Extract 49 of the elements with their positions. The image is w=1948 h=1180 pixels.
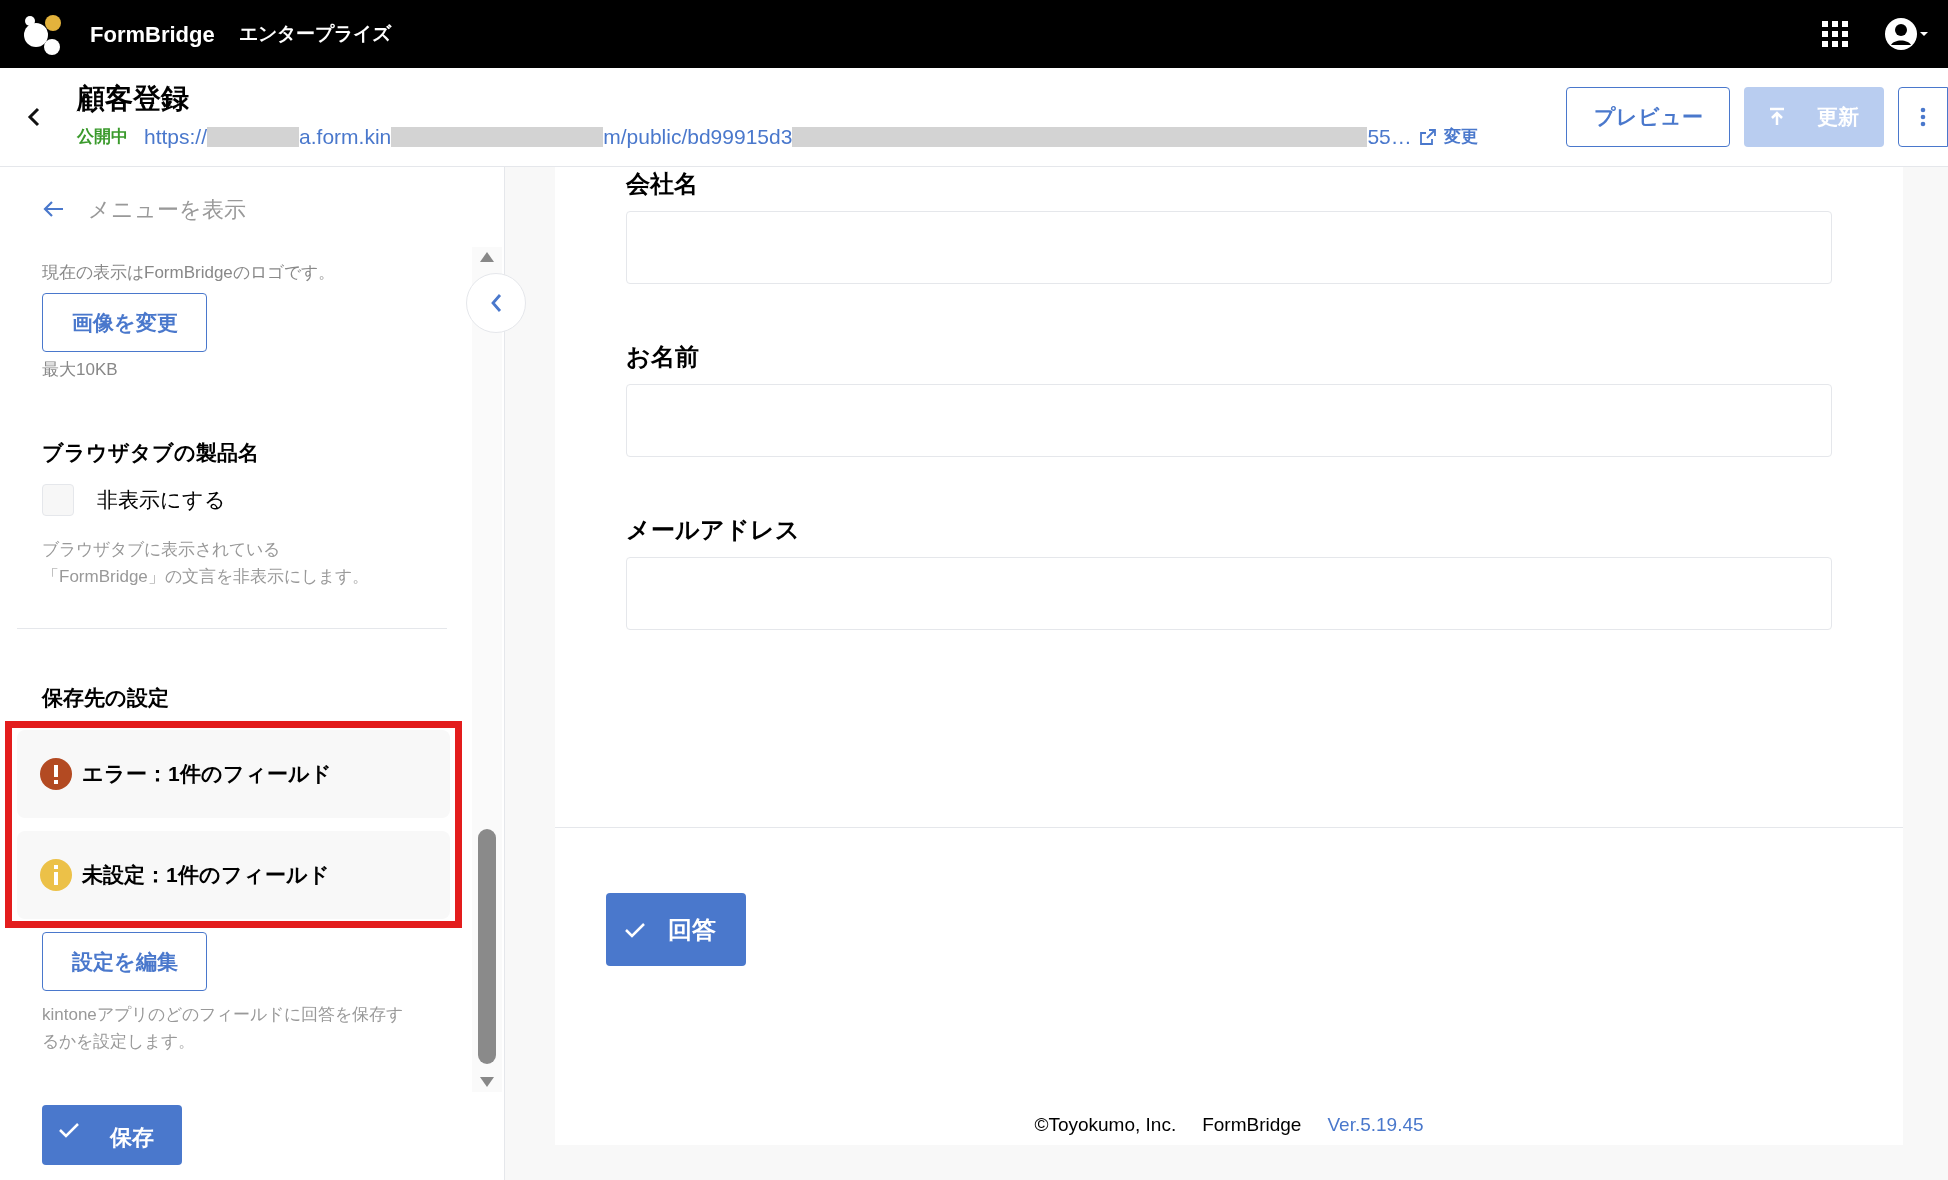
field-label: お名前 [626,342,700,372]
chevron-left-icon [490,293,502,313]
scroll-down-icon[interactable] [479,1076,495,1088]
external-link-icon[interactable] [1419,129,1436,145]
status-label: 公開中 [77,126,128,149]
preview-button[interactable]: プレビュー [1566,87,1730,147]
checkbox-label[interactable]: 非表示にする [97,484,226,516]
apps-grid-icon[interactable] [1822,21,1848,47]
save-note: kintoneアプリのどのフィールドに回答を保存するかを設定します。 [42,1004,404,1053]
back-arrow-icon[interactable] [42,200,64,218]
edition-label: エンタープライズ [238,21,391,46]
checkbox[interactable] [42,484,74,516]
check-icon [58,1121,80,1139]
user-avatar-icon[interactable] [1884,17,1928,51]
form-title: 顧客登録 [77,82,190,117]
upload-icon [1769,107,1785,127]
section-heading: 保存先の設定 [42,685,170,711]
scroll-up-icon[interactable] [479,251,495,263]
tab-name-note: 「FormBridge」の文言を非表示にします。 [42,566,370,588]
back-icon[interactable] [27,106,41,128]
input-field[interactable] [626,211,1832,284]
alert-text: 未設定：1件のフィールド [82,862,330,889]
input-field[interactable] [626,557,1832,630]
change-image-button[interactable]: 画像を変更 [42,293,207,352]
product-name: FormBridge [1202,1113,1302,1137]
scrollbar[interactable] [472,247,502,1092]
show-menu-link[interactable]: メニューを表示 [88,192,246,226]
field-label: 会社名 [626,169,699,199]
save-button[interactable]: 保存 [42,1105,182,1165]
field-label: メールアドレス [626,515,801,545]
tab-name-note: ブラウザタブに表示されている [42,539,281,561]
check-icon [624,920,646,939]
kebab-menu-icon [1920,107,1926,127]
submit-button[interactable]: 回答 [606,893,746,966]
brand-name: FormBridge [90,20,215,49]
section-heading: ブラウザタブの製品名 [42,440,260,466]
alert-text: エラー：1件のフィールド [82,761,332,788]
form-url-link[interactable]: https:// a.form.kin m/public/bd99915d3 55… [144,121,1412,153]
copyright-text: ©Toyokumo, Inc. [1034,1113,1177,1137]
edit-settings-button[interactable]: 設定を編集 [42,932,207,991]
error-icon [40,758,72,790]
size-note: 最大10KB [42,359,119,381]
version-link[interactable]: Ver.5.19.45 [1327,1111,1424,1140]
info-icon [40,859,72,891]
logo-note: 現在の表示はFormBridgeのロゴです。 [42,262,336,284]
input-field[interactable] [626,384,1832,457]
more-options-button[interactable] [1898,87,1948,147]
scrollbar-thumb[interactable] [478,829,496,1064]
change-link[interactable]: 変更 [1443,124,1478,150]
